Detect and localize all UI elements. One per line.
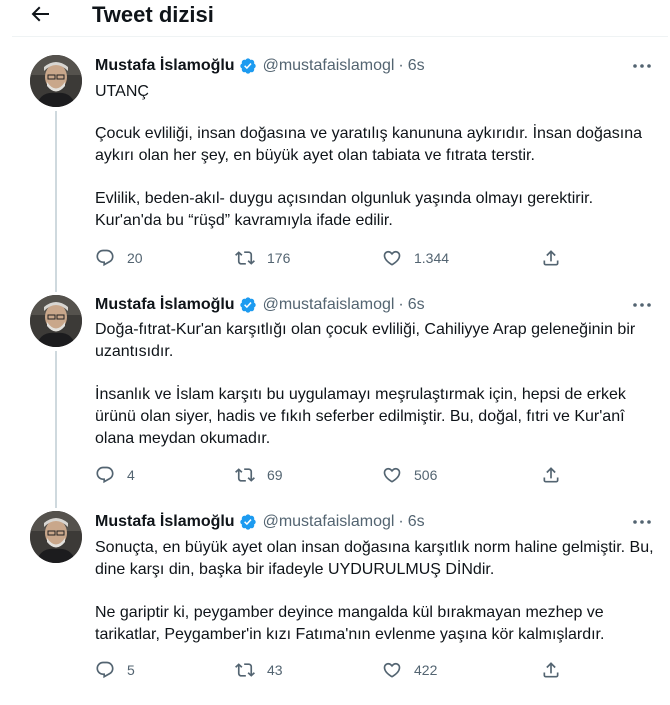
retweet-count: 176 (267, 250, 291, 266)
avatar-photo (30, 295, 82, 347)
like-button[interactable]: 422 (382, 659, 437, 681)
retweet-button[interactable]: 43 (235, 659, 283, 681)
separator-dot: · (398, 513, 404, 530)
page-title: Tweet dizisi (92, 2, 214, 27)
verified-badge-icon (239, 57, 257, 75)
tweet-text: Doğa-fıtrat-Kur'an karşıtlığı olan çocuk… (95, 319, 655, 471)
divider (12, 36, 668, 37)
avatar[interactable] (30, 295, 82, 347)
like-button[interactable]: 1.344 (382, 247, 449, 269)
more-dots-icon (633, 520, 651, 524)
reply-icon (96, 249, 114, 267)
reply-count: 5 (127, 662, 135, 678)
avatar[interactable] (30, 511, 82, 563)
timestamp[interactable]: 6s (408, 296, 425, 314)
avatar-photo (30, 511, 82, 563)
more-dots-icon (633, 303, 651, 307)
like-count: 422 (414, 662, 438, 678)
reply-icon (96, 661, 114, 679)
retweet-count: 69 (267, 467, 283, 483)
reply-button[interactable]: 4 (95, 464, 135, 486)
thread-connector-line (55, 351, 57, 508)
retweet-icon (235, 468, 255, 482)
like-count: 1.344 (414, 250, 450, 266)
verified-badge-icon (239, 296, 257, 314)
more-options-button[interactable] (630, 512, 654, 532)
heart-icon (383, 250, 401, 266)
author-name[interactable]: Mustafa İslamoğlu (95, 513, 235, 531)
tweet-actions: 4 69 506 (95, 464, 575, 486)
avatar[interactable] (30, 55, 82, 107)
author-name[interactable]: Mustafa İslamoğlu (95, 57, 235, 75)
tweet-paragraph: Doğa-fıtrat-Kur'an karşıtlığı olan çocuk… (95, 321, 640, 360)
avatar-photo (30, 55, 82, 107)
tweet-text: Sonuçta, en büyük ayet olan insan doğası… (95, 537, 655, 667)
author-name[interactable]: Mustafa İslamoğlu (95, 296, 235, 314)
tweet-actions: 5 43 422 (95, 659, 575, 681)
share-button[interactable] (541, 659, 561, 681)
retweet-button[interactable]: 176 (235, 247, 290, 269)
share-icon (543, 250, 559, 266)
tweet-paragraph: Çocuk evliliği, insan doğasına ve yaratı… (95, 125, 647, 164)
more-options-button[interactable] (630, 56, 654, 76)
author-handle[interactable]: @mustafaislamogl (263, 513, 395, 531)
tweet-text: UTANÇ Çocuk evliliği, insan doğasına ve … (95, 81, 655, 253)
tweet-paragraph: UTANÇ (95, 83, 149, 100)
tweet-header: Mustafa İslamoğlu @mustafaislamogl · 6s (95, 512, 425, 532)
reply-count: 20 (127, 250, 143, 266)
timestamp[interactable]: 6s (408, 57, 425, 75)
reply-button[interactable]: 20 (95, 247, 143, 269)
reply-icon (96, 466, 114, 484)
like-count: 506 (414, 467, 438, 483)
retweet-button[interactable]: 69 (235, 464, 283, 486)
arrow-left-icon (31, 6, 49, 22)
retweet-count: 43 (267, 662, 283, 678)
author-handle[interactable]: @mustafaislamogl (263, 296, 395, 314)
tweet-paragraph: İnsanlık ve İslam karşıtı bu uygulamayı … (95, 386, 631, 447)
tweet-header: Mustafa İslamoğlu @mustafaislamogl · 6s (95, 56, 425, 76)
share-button[interactable] (541, 247, 561, 269)
reply-count: 4 (127, 467, 135, 483)
back-button[interactable] (28, 2, 54, 26)
more-options-button[interactable] (630, 295, 654, 315)
verified-badge-icon (239, 513, 257, 531)
separator-dot: · (398, 57, 404, 74)
reply-button[interactable]: 5 (95, 659, 135, 681)
separator-dot: · (398, 296, 404, 313)
share-icon (543, 662, 559, 678)
heart-icon (383, 467, 401, 483)
like-button[interactable]: 506 (382, 464, 437, 486)
author-handle[interactable]: @mustafaislamogl (263, 57, 395, 75)
more-dots-icon (633, 64, 651, 68)
share-button[interactable] (541, 464, 561, 486)
heart-icon (383, 662, 401, 678)
tweet-paragraph: Ne gariptir ki, peygamber deyince mangal… (95, 604, 609, 643)
tweet-header: Mustafa İslamoğlu @mustafaislamogl · 6s (95, 295, 425, 315)
tweet-actions: 20 176 1.344 (95, 247, 575, 269)
tweet-paragraph: Evlilik, beden-akıl- duygu açısından olg… (95, 190, 598, 229)
thread-connector-line (55, 111, 57, 292)
tweet-paragraph: Sonuçta, en büyük ayet olan insan doğası… (95, 539, 658, 578)
top-bar: Tweet dizisi (0, 0, 670, 36)
retweet-icon (235, 663, 255, 677)
share-icon (543, 467, 559, 483)
timestamp[interactable]: 6s (408, 513, 425, 531)
retweet-icon (235, 251, 255, 265)
